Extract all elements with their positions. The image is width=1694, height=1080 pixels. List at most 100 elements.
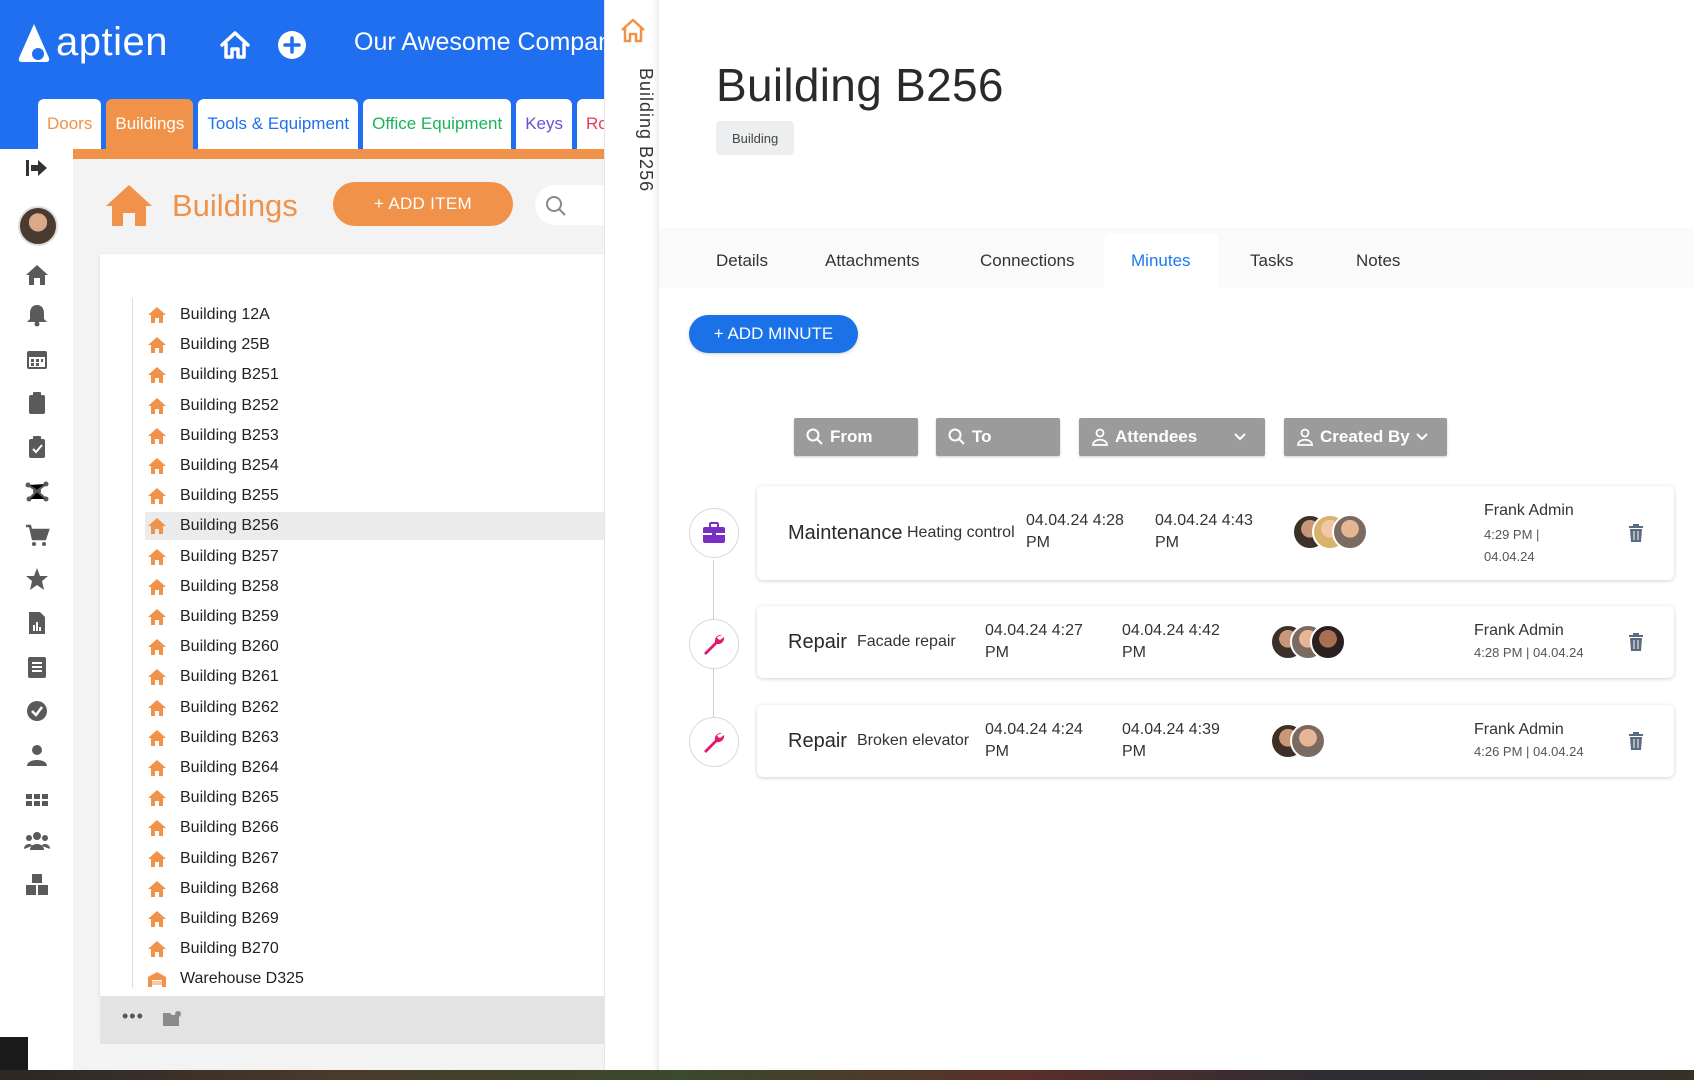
tree-item[interactable]: Building B256 — [145, 512, 604, 541]
aptien-logo[interactable]: aptien — [16, 20, 168, 65]
tree-item[interactable]: Building B267 — [145, 845, 604, 873]
tree-item[interactable]: Building B258 — [145, 573, 604, 601]
tree-item-label: Building B258 — [180, 577, 279, 595]
tree-item[interactable]: Building B255 — [145, 482, 604, 510]
tree-item[interactable]: Warehouse D325 — [145, 965, 604, 993]
check-circle-icon[interactable] — [24, 698, 50, 724]
tree-item[interactable]: Building 12A — [145, 301, 604, 329]
company-name[interactable]: Our Awesome Company — [354, 28, 604, 57]
tree-item[interactable]: Building B263 — [145, 724, 604, 752]
tab-underline — [73, 149, 604, 159]
tree-item[interactable]: Building B264 — [145, 754, 604, 782]
attendees-filter[interactable]: Attendees — [1079, 418, 1265, 456]
tab-office-equipment[interactable]: Office Equipment — [363, 99, 512, 149]
collapse-arrow-icon[interactable] — [24, 155, 50, 181]
tree-item-label: Building B251 — [180, 366, 279, 384]
minute-subject: Facade repair — [857, 633, 956, 650]
tree-item[interactable]: Building B265 — [145, 784, 604, 812]
app-corner-logo[interactable] — [0, 1037, 28, 1070]
building-home-icon — [148, 911, 166, 927]
person-icon[interactable] — [24, 742, 50, 768]
trash-icon[interactable] — [1628, 524, 1644, 542]
tree-item-label: Building B268 — [180, 879, 279, 897]
minute-end: 04.04.24 4:39 PM — [1122, 721, 1220, 760]
tree-item-label: Building B261 — [180, 668, 279, 686]
clipboard-check-icon[interactable] — [24, 434, 50, 460]
minute-card[interactable]: Repair Facade repair 04.04.24 4:27 PM 04.… — [757, 606, 1674, 678]
building-home-icon — [148, 639, 166, 656]
tab-connections[interactable]: Connections — [953, 233, 1102, 288]
tab-keys[interactable]: Keys — [516, 99, 572, 149]
checklist-icon[interactable] — [24, 654, 50, 680]
minute-type: Repair — [788, 630, 847, 653]
minute-created-time: 4:28 PM | 04.04.24 — [1474, 645, 1584, 660]
calendar-icon[interactable] — [24, 346, 50, 372]
tab-details[interactable]: Details — [689, 233, 795, 288]
tree-item[interactable]: Building B253 — [145, 422, 604, 450]
trash-icon[interactable] — [1628, 732, 1644, 750]
tree-item[interactable]: Building B261 — [145, 663, 604, 691]
more-options-icon[interactable]: ••• — [122, 1006, 144, 1027]
building-home-icon — [148, 337, 166, 354]
trash-icon[interactable] — [1628, 633, 1644, 651]
tree-item[interactable]: Building B262 — [145, 694, 604, 722]
tab-doors[interactable]: Doors — [38, 99, 102, 149]
tree-item[interactable]: Building B266 — [145, 814, 604, 842]
people-icon[interactable] — [24, 828, 50, 854]
toolbox-icon — [703, 522, 725, 543]
tab-notes[interactable]: Notes — [1329, 233, 1427, 288]
tree-item[interactable]: Building B252 — [145, 392, 604, 420]
attendee-avatars[interactable] — [1292, 514, 1368, 550]
type-badge: Building — [716, 121, 795, 155]
tree-item[interactable]: Building B251 — [145, 361, 604, 389]
bell-icon[interactable] — [24, 302, 50, 328]
tree-item[interactable]: Building B259 — [145, 603, 604, 631]
tree-item[interactable]: Building B270 — [145, 935, 604, 963]
network-icon[interactable] — [24, 478, 50, 504]
user-avatar[interactable] — [18, 206, 58, 246]
tab-ro[interactable]: Ro — [577, 99, 604, 149]
from-filter[interactable]: From — [794, 418, 918, 456]
search-input[interactable] — [535, 185, 604, 225]
search-icon — [948, 428, 965, 445]
building-home-icon — [148, 609, 166, 625]
boxes-icon[interactable] — [24, 872, 50, 898]
section-title: Buildings — [172, 188, 298, 223]
cart-icon[interactable] — [24, 522, 50, 548]
tree-item[interactable]: Building 25B — [145, 331, 604, 359]
add-circle-icon[interactable] — [275, 28, 309, 62]
tab-attachments[interactable]: Attachments — [798, 233, 947, 288]
clipboard-icon[interactable] — [24, 390, 50, 416]
minute-subject: Heating control — [907, 524, 1015, 541]
report-icon[interactable] — [24, 610, 50, 636]
minute-card[interactable]: Repair Broken elevator 04.04.24 4:24 PM 0… — [757, 705, 1674, 777]
minute-card[interactable]: Maintenance Heating control 04.04.24 4:2… — [757, 486, 1674, 580]
tree-item-label: Building B257 — [180, 547, 279, 565]
tree-item[interactable]: Building B254 — [145, 452, 604, 480]
attendee-avatars[interactable] — [1270, 723, 1326, 759]
tree-item[interactable]: Building B268 — [145, 875, 604, 903]
tab-tools-equipment[interactable]: Tools & Equipment — [198, 99, 359, 149]
add-item-button[interactable]: + ADD ITEM — [333, 182, 513, 226]
to-filter[interactable]: To — [936, 418, 1060, 456]
star-icon[interactable] — [24, 566, 50, 592]
tree-item[interactable]: Building B257 — [145, 543, 604, 571]
tree-item[interactable]: Building B269 — [145, 905, 604, 933]
apps-icon[interactable] — [24, 786, 50, 812]
created-by-filter[interactable]: Created By — [1284, 418, 1447, 456]
minutes-body — [659, 288, 1694, 1070]
tree-item[interactable]: Building B260 — [145, 633, 604, 661]
home-icon[interactable] — [619, 16, 647, 44]
building-home-icon — [148, 518, 166, 535]
created-by-filter-label: Created By — [1320, 427, 1410, 446]
attendee-avatars[interactable] — [1270, 624, 1346, 660]
home-icon[interactable] — [218, 28, 252, 62]
add-minute-button[interactable]: + ADD MINUTE — [689, 315, 858, 353]
tab-tasks[interactable]: Tasks — [1223, 233, 1320, 288]
home-icon[interactable] — [24, 262, 50, 288]
tab-minutes[interactable]: Minutes — [1104, 233, 1218, 288]
tab-buildings[interactable]: Buildings — [106, 99, 194, 149]
folder-settings-icon[interactable] — [162, 1010, 182, 1028]
page-title: Building B256 — [716, 59, 1004, 111]
building-home-icon — [148, 820, 166, 837]
